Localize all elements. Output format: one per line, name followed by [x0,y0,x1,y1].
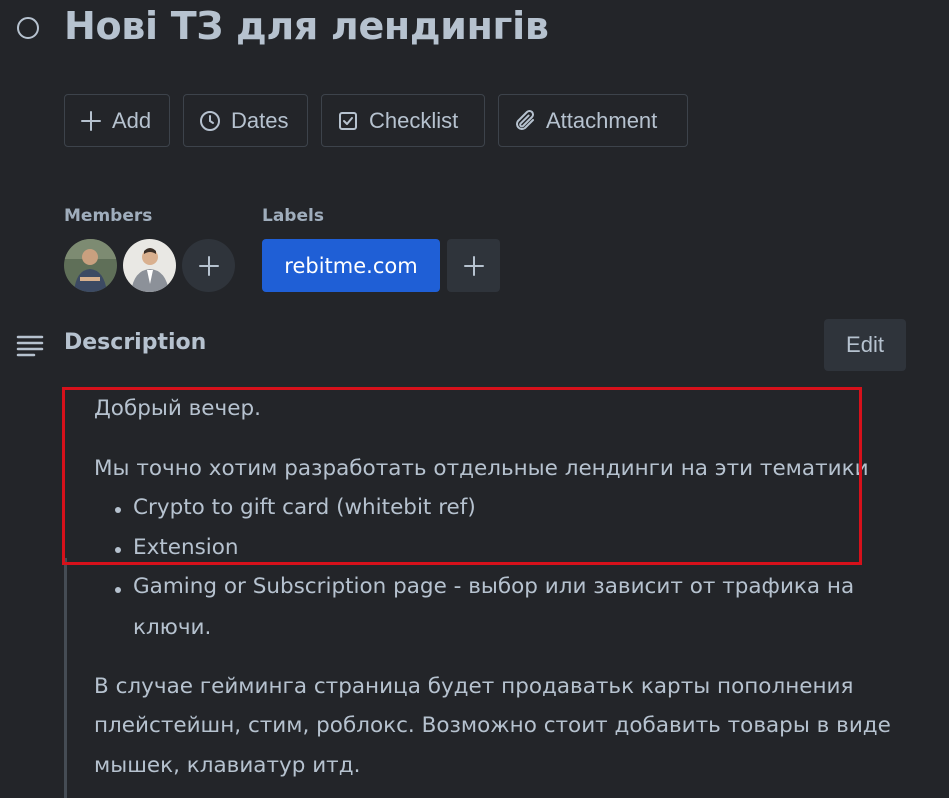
list-item-continuation: ключи. [133,615,212,640]
labels-label: Labels [262,206,324,226]
plus-icon [81,110,101,131]
members-label: Members [64,206,153,226]
card-title[interactable]: Нові ТЗ для лендингів [64,4,549,48]
checklist-button[interactable]: Checklist [321,94,485,147]
description-heading: Description [64,330,207,355]
highlight-box [62,387,862,565]
description-icon [16,335,44,357]
add-button-label: Add [112,107,152,133]
edit-description-button[interactable]: Edit [824,319,906,371]
attachment-button-label: Attachment [546,107,658,133]
attachment-button[interactable]: Attachment [498,94,688,147]
member-photo [123,239,176,292]
quote-bar [64,558,67,798]
add-member-button[interactable] [182,239,235,292]
list-item: Gaming or Subscription page - выбор или … [133,574,855,599]
member-avatar[interactable] [123,239,176,292]
plus-icon [463,255,484,276]
member-avatar[interactable] [64,239,117,292]
description-paragraph-line: плейстейшн, стим, роблокс. Возможно стои… [94,713,891,738]
checklist-button-label: Checklist [369,107,459,133]
member-photo [64,239,117,292]
add-label-button[interactable] [447,239,500,292]
description-paragraph-line: мышек, клавиатур итд. [94,753,361,778]
plus-icon [198,255,219,276]
complete-card-checkbox[interactable] [17,17,39,39]
dates-button[interactable]: Dates [183,94,308,147]
paperclip-icon [516,109,535,130]
description-paragraph-line: В случае гейминга страница будет продава… [94,674,854,699]
label-chip[interactable]: rebitme.com [262,239,440,292]
clock-icon [200,110,220,131]
add-button[interactable]: Add [64,94,170,147]
dates-button-label: Dates [231,107,289,133]
bullet-dot [115,587,121,593]
checkbox-icon [339,111,357,130]
